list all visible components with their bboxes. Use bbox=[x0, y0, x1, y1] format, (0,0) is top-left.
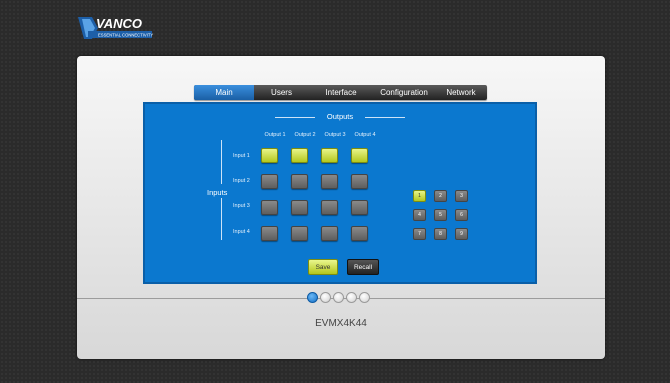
route-cell-in4-out3[interactable] bbox=[321, 226, 338, 241]
preset-button-4[interactable]: 4 bbox=[413, 209, 426, 221]
tab-interface[interactable]: Interface bbox=[309, 85, 373, 100]
page-dot-3[interactable] bbox=[333, 292, 344, 303]
page-dot-1[interactable] bbox=[307, 292, 318, 303]
route-cell-in1-out2[interactable] bbox=[291, 148, 308, 163]
route-cell-in3-out1[interactable] bbox=[261, 200, 278, 215]
input-label-4: Input 4 bbox=[233, 229, 250, 235]
tab-network[interactable]: Network bbox=[435, 85, 487, 100]
preset-button-6[interactable]: 6 bbox=[455, 209, 468, 221]
route-cell-in2-out2[interactable] bbox=[291, 174, 308, 189]
route-cell-in4-out2[interactable] bbox=[291, 226, 308, 241]
route-cell-in2-out1[interactable] bbox=[261, 174, 278, 189]
tab-main[interactable]: Main bbox=[194, 85, 254, 100]
input-label-2: Input 2 bbox=[233, 178, 250, 184]
route-cell-in3-out2[interactable] bbox=[291, 200, 308, 215]
route-cell-in1-out1[interactable] bbox=[261, 148, 278, 163]
route-cell-in1-out3[interactable] bbox=[321, 148, 338, 163]
vanco-logo: VANCO ESSENTIAL CONNECTIVITY bbox=[76, 14, 156, 42]
input-label-3: Input 3 bbox=[233, 203, 250, 209]
inputs-title: Inputs bbox=[207, 188, 228, 197]
matrix-area: Outputs Output 1 Output 2 Output 3 Outpu… bbox=[143, 102, 537, 284]
route-cell-in3-out3[interactable] bbox=[321, 200, 338, 215]
save-button[interactable]: Save bbox=[308, 259, 338, 275]
preset-button-5[interactable]: 5 bbox=[434, 209, 447, 221]
preset-button-3[interactable]: 3 bbox=[455, 190, 468, 202]
preset-button-1[interactable]: 1 bbox=[413, 190, 426, 202]
page-indicator bbox=[307, 292, 370, 303]
preset-button-7[interactable]: 7 bbox=[413, 228, 426, 240]
recall-button[interactable]: Recall bbox=[347, 259, 379, 275]
tab-configuration[interactable]: Configuration bbox=[373, 85, 435, 100]
preset-button-2[interactable]: 2 bbox=[434, 190, 447, 202]
tab-bar: Main Users Interface Configuration Netwo… bbox=[194, 85, 487, 100]
brand-tagline: ESSENTIAL CONNECTIVITY bbox=[98, 33, 153, 38]
route-cell-in1-out4[interactable] bbox=[351, 148, 368, 163]
preset-button-8[interactable]: 8 bbox=[434, 228, 447, 240]
preset-button-9[interactable]: 9 bbox=[455, 228, 468, 240]
route-cell-in4-out4[interactable] bbox=[351, 226, 368, 241]
route-cell-in2-out4[interactable] bbox=[351, 174, 368, 189]
route-cell-in3-out4[interactable] bbox=[351, 200, 368, 215]
brand-name: VANCO bbox=[96, 16, 142, 31]
input-label-1: Input 1 bbox=[233, 153, 250, 159]
output-label-4: Output 4 bbox=[354, 132, 376, 138]
output-label-3: Output 3 bbox=[324, 132, 346, 138]
outputs-title: Outputs bbox=[265, 112, 415, 121]
route-cell-in4-out1[interactable] bbox=[261, 226, 278, 241]
inputs-bracket-top bbox=[221, 140, 222, 184]
output-label-2: Output 2 bbox=[294, 132, 316, 138]
route-cell-in2-out3[interactable] bbox=[321, 174, 338, 189]
page-dot-4[interactable] bbox=[346, 292, 357, 303]
inputs-bracket-bottom bbox=[221, 198, 222, 240]
main-panel: Main Users Interface Configuration Netwo… bbox=[77, 56, 605, 359]
output-label-1: Output 1 bbox=[264, 132, 286, 138]
page-dot-2[interactable] bbox=[320, 292, 331, 303]
device-model: EVMX4K44 bbox=[315, 318, 367, 329]
tab-users[interactable]: Users bbox=[254, 85, 309, 100]
page-dot-5[interactable] bbox=[359, 292, 370, 303]
